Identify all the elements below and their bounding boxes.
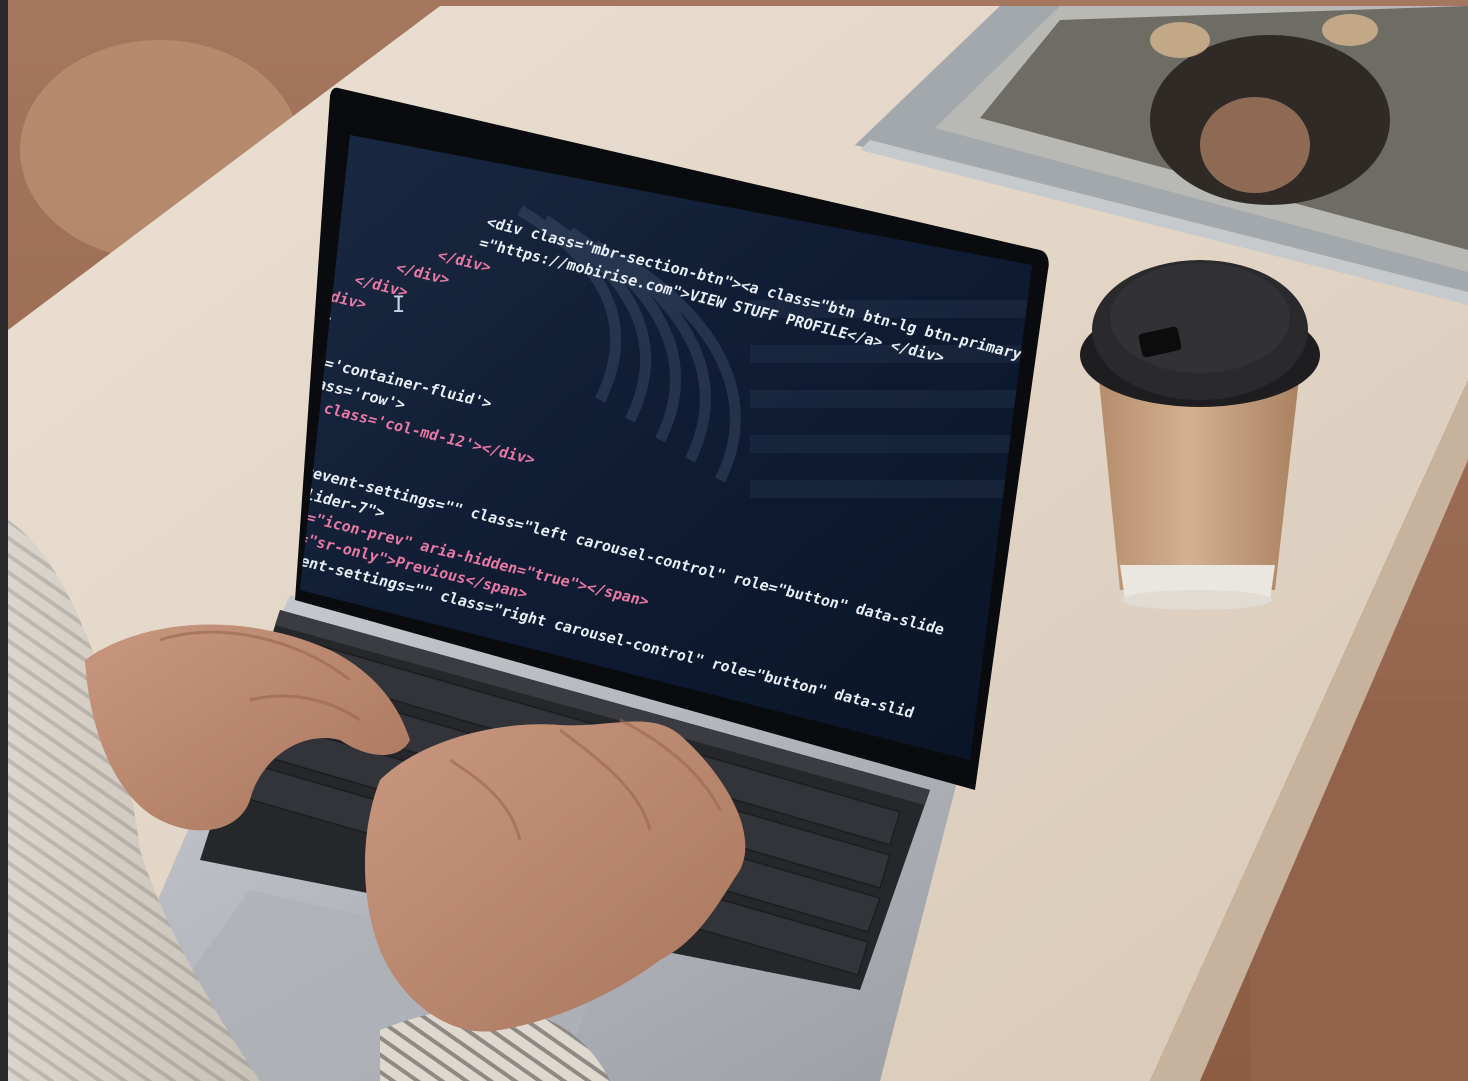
scene-illustration: <div class="mbr-section-btn"><a class="b… [0,0,1468,1081]
photo-scene: <div class="mbr-section-btn"><a class="b… [0,0,1468,1081]
text-cursor-icon: I [392,293,405,318]
left-border [0,0,8,1081]
